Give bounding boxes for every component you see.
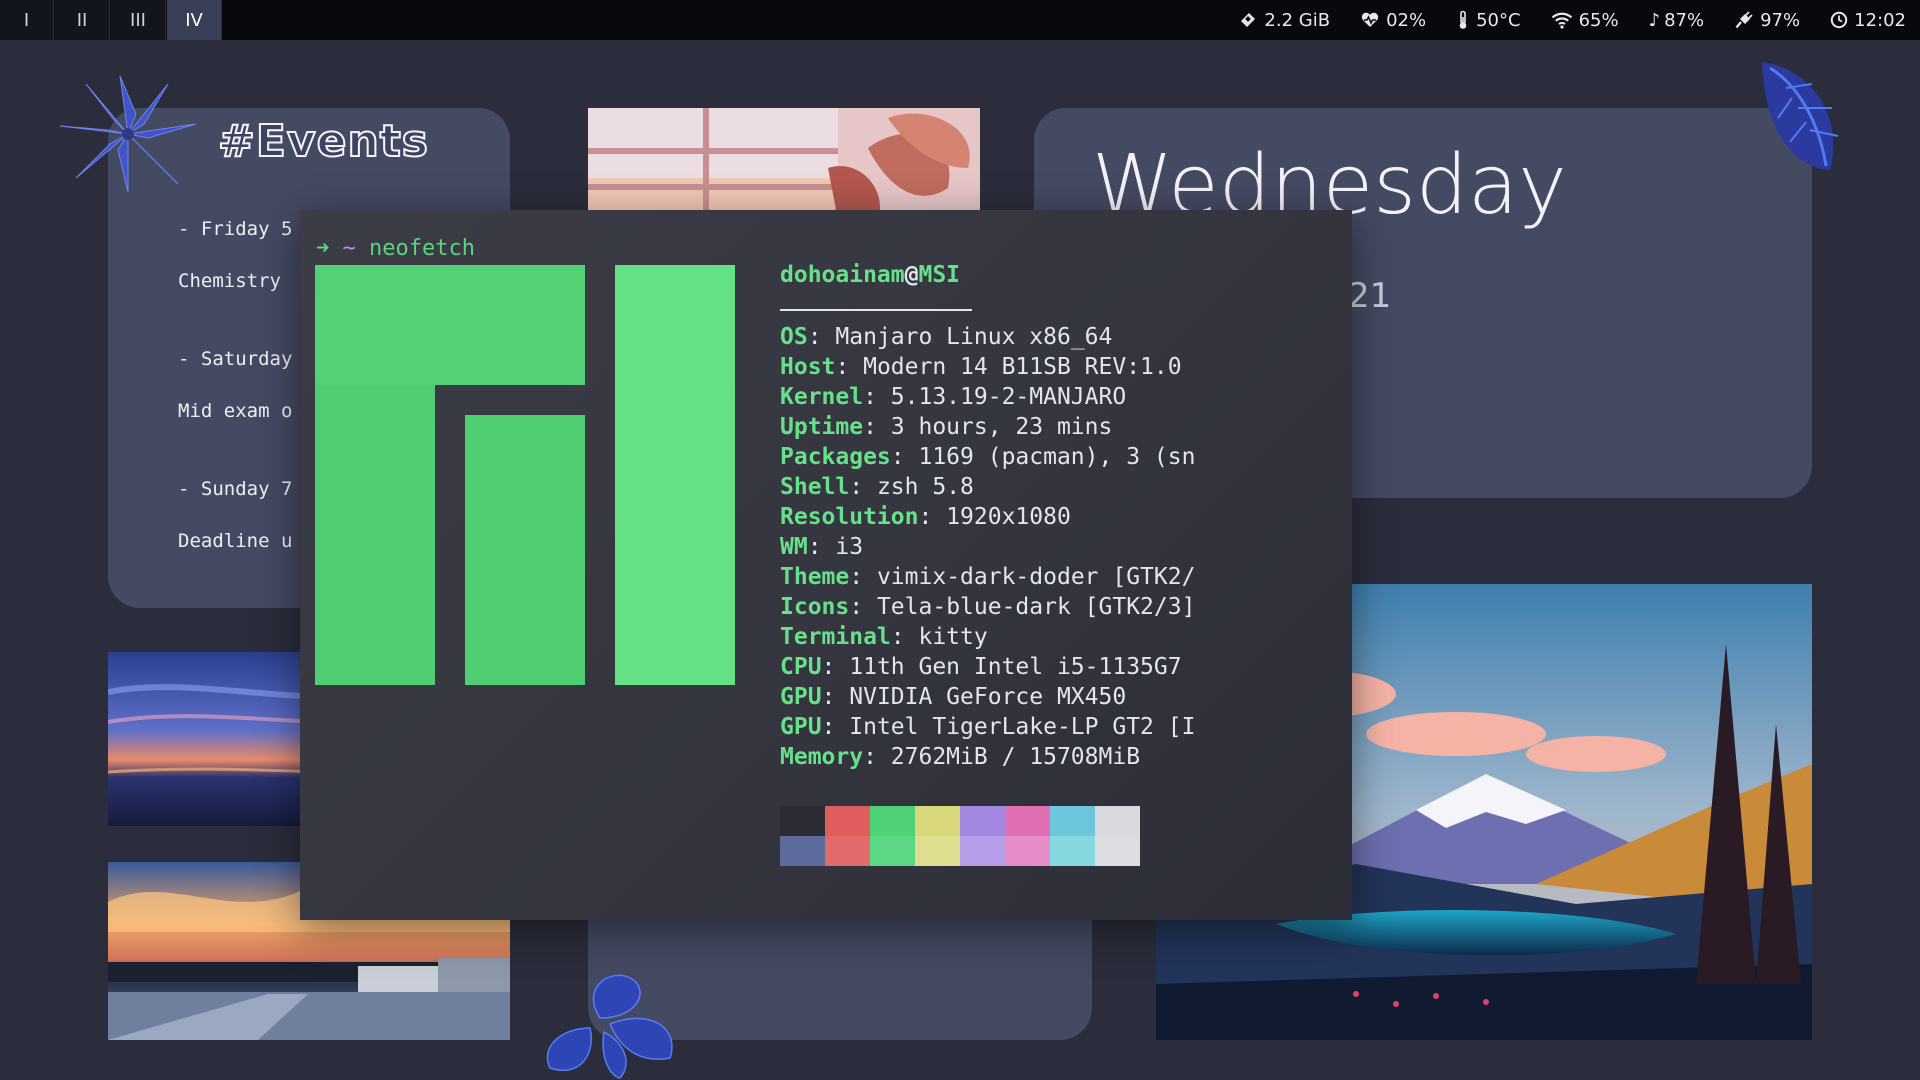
palette-swatch	[780, 836, 825, 866]
workspace-3-button[interactable]: III	[111, 0, 166, 40]
palette-swatch	[1095, 836, 1140, 866]
clock-icon	[1830, 11, 1848, 29]
top-bar: I II III IV 2.2 GiB 02% 50°C 65% ♪ 87% 9…	[0, 0, 1920, 40]
events-title: #Events	[217, 115, 429, 168]
music-note-icon: ♪	[1648, 9, 1661, 31]
palette-swatch	[960, 806, 1005, 836]
event-line-5: - Sunday 7	[178, 478, 293, 500]
battery-status[interactable]: 97%	[1734, 10, 1800, 31]
event-line-3: - Saturday	[178, 348, 293, 370]
palette-swatch	[915, 806, 960, 836]
logo-block-left	[315, 385, 435, 685]
palette-swatch	[915, 836, 960, 866]
palette-swatch	[1095, 806, 1140, 836]
info-wm: WM: i3	[780, 534, 864, 560]
volume-value: 87%	[1664, 9, 1705, 31]
wifi-value: 65%	[1578, 9, 1619, 31]
palette-swatch	[1005, 836, 1050, 866]
info-cpu: CPU: 11th Gen Intel i5-1135G7	[780, 654, 1182, 680]
memory-icon	[1241, 13, 1256, 27]
logo-block-middle	[465, 415, 585, 685]
wifi-icon	[1551, 12, 1572, 29]
user-host-line: dohoainam@MSI	[780, 262, 960, 288]
shell-prompt: ➜ ~ neofetch	[316, 236, 475, 261]
date-label: 21	[1348, 276, 1392, 316]
palette-swatch	[1050, 836, 1095, 866]
prompt-command: neofetch	[369, 236, 475, 261]
logo-block-top	[315, 265, 585, 385]
thermometer-icon	[1459, 10, 1467, 29]
volume-status[interactable]: ♪ 87%	[1649, 10, 1705, 31]
clock-status[interactable]: 12:02	[1830, 10, 1906, 31]
info-resolution: Resolution: 1920x1080	[780, 504, 1071, 530]
event-line-1: - Friday 5	[178, 218, 293, 240]
info-icons: Icons: Tela-blue-dark [GTK2/3]	[780, 594, 1196, 620]
palette-swatch	[1005, 806, 1050, 836]
temperature-value: 50°C	[1476, 9, 1521, 31]
memory-value: 2.2 GiB	[1264, 9, 1331, 31]
logo-block-right	[615, 265, 735, 685]
event-line-4: Mid exam o	[178, 400, 293, 422]
info-packages: Packages: 1169 (pacman), 3 (sn	[780, 444, 1196, 470]
workspace-1-button[interactable]: I	[0, 0, 54, 40]
info-terminal: Terminal: kitty	[780, 624, 988, 650]
leaf-decoration-icon	[1762, 62, 1839, 170]
info-shell: Shell: zsh 5.8	[780, 474, 974, 500]
palette-swatch	[825, 836, 870, 866]
prompt-directory: ~	[342, 236, 356, 261]
hostname: MSI	[918, 262, 961, 288]
palette-swatch	[960, 836, 1005, 866]
leaf-decoration-icon	[59, 75, 197, 193]
terminal-window[interactable]: ➜ ~ neofetch dohoainam@MSI OS: Manjaro L…	[300, 210, 1352, 920]
memory-status[interactable]: 2.2 GiB	[1238, 10, 1330, 31]
temperature-status[interactable]: 50°C	[1456, 9, 1521, 31]
battery-value: 97%	[1760, 9, 1801, 31]
window-illustration-image	[588, 108, 980, 220]
cpu-value: 02%	[1386, 9, 1427, 31]
info-theme: Theme: vimix-dark-doder [GTK2/	[780, 564, 1196, 590]
info-os: OS: Manjaro Linux x86_64	[780, 324, 1113, 350]
workspace-4-button[interactable]: IV	[167, 0, 222, 40]
palette-swatch	[870, 806, 915, 836]
leaf-decoration-icon	[546, 974, 673, 1079]
cpu-status[interactable]: 02%	[1360, 10, 1426, 31]
event-line-6: Deadline u	[178, 530, 293, 552]
info-host: Host: Modern 14 B11SB REV:1.0	[780, 354, 1182, 380]
info-gpu-2: GPU: Intel TigerLake-LP GT2 [I	[780, 714, 1196, 740]
palette-swatch	[1050, 806, 1095, 836]
info-kernel: Kernel: 5.13.19-2-MANJARO	[780, 384, 1127, 410]
plug-icon	[1735, 11, 1753, 29]
wifi-status[interactable]: 65%	[1551, 10, 1619, 31]
palette-swatch	[825, 806, 870, 836]
underline-divider	[780, 309, 972, 311]
username: dohoainam	[780, 262, 905, 288]
at-sign: @	[904, 262, 919, 288]
status-area: 2.2 GiB 02% 50°C 65% ♪ 87% 97% 12:02	[1238, 0, 1920, 40]
info-gpu-1: GPU: NVIDIA GeForce MX450	[780, 684, 1127, 710]
event-line-2: Chemistry	[178, 270, 281, 292]
clock-value: 12:02	[1854, 9, 1906, 31]
prompt-arrow-icon: ➜	[316, 236, 330, 261]
workspace-2-button[interactable]: II	[55, 0, 110, 40]
info-memory: Memory: 2762MiB / 15708MiB	[780, 744, 1141, 770]
heartbeat-icon	[1361, 12, 1379, 27]
palette-swatch	[870, 836, 915, 866]
info-uptime: Uptime: 3 hours, 23 mins	[780, 414, 1113, 440]
palette-swatch	[780, 806, 825, 836]
